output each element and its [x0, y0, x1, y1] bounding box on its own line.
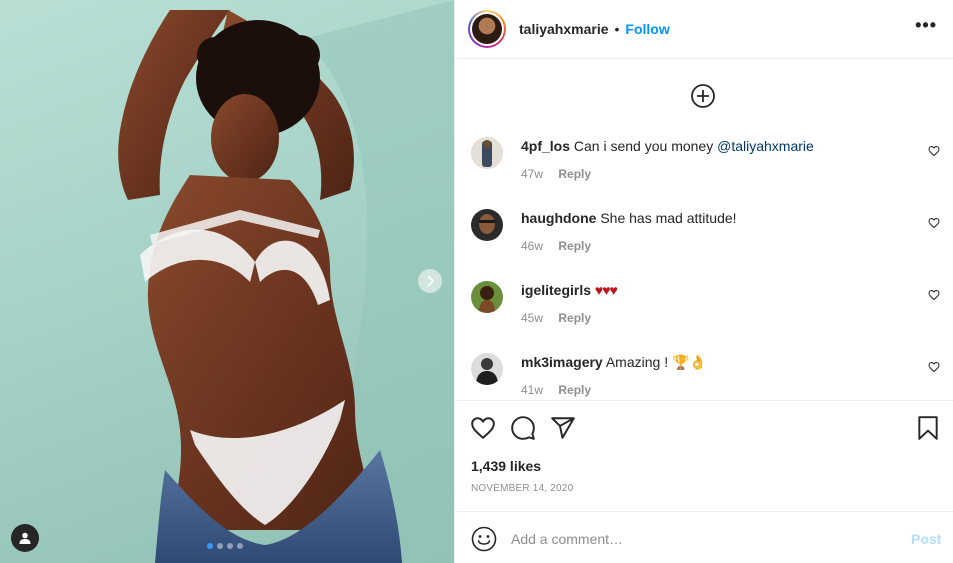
carousel-next-button[interactable] [418, 269, 442, 293]
commenter-avatar[interactable] [471, 281, 503, 313]
comment-composer: Post [455, 511, 953, 563]
avatar-image [471, 137, 503, 169]
commenter-username[interactable]: igelitegirls [521, 282, 591, 298]
post-side-panel: taliyahxmarie • Follow ••• 4pf_los Can i… [454, 0, 953, 563]
reply-button[interactable]: Reply [558, 239, 591, 253]
post-comment-button[interactable]: Post [911, 531, 941, 547]
comment-time[interactable]: 46w [521, 239, 543, 253]
tagged-users-button[interactable] [11, 524, 39, 552]
commenter-username[interactable]: mk3imagery [521, 354, 603, 370]
likes-count[interactable]: 1,439 likes [471, 458, 541, 474]
comment-time[interactable]: 47w [521, 167, 543, 181]
share-paper-plane-icon[interactable] [550, 415, 576, 441]
commenter-avatar[interactable] [471, 209, 503, 241]
load-more-comments-icon[interactable] [690, 83, 716, 109]
post-header: taliyahxmarie • Follow ••• [455, 0, 953, 59]
reply-button[interactable]: Reply [558, 383, 591, 397]
carousel-dot [217, 543, 223, 549]
like-comment-icon[interactable] [928, 145, 940, 157]
comments-list[interactable]: 4pf_los Can i send you money @taliyahxma… [455, 60, 953, 401]
reply-button[interactable]: Reply [558, 167, 591, 181]
commenter-username[interactable]: haughdone [521, 210, 596, 226]
comment-time[interactable]: 41w [521, 383, 543, 397]
author-avatar-image [472, 14, 502, 44]
user-icon [19, 532, 31, 544]
post-date[interactable]: NOVEMBER 14, 2020 [471, 483, 573, 494]
carousel-dot [207, 543, 213, 549]
post-media[interactable] [0, 0, 454, 563]
carousel-dot [237, 543, 243, 549]
carousel-indicator [207, 543, 243, 549]
add-comment-input[interactable] [511, 528, 891, 550]
like-heart-icon[interactable] [470, 415, 496, 441]
author-avatar[interactable] [468, 10, 506, 48]
comment-text: She has mad attitude! [600, 210, 737, 226]
post-action-bar [455, 402, 953, 452]
avatar-image [471, 353, 503, 385]
comment-text: Can i send you money [573, 138, 714, 154]
save-bookmark-icon[interactable] [915, 415, 941, 441]
emoji-picker-icon[interactable] [471, 526, 497, 552]
like-comment-icon[interactable] [928, 289, 940, 301]
header-separator: • [614, 21, 620, 37]
carousel-dot [227, 543, 233, 549]
post-photo [118, 0, 454, 563]
commenter-avatar[interactable] [471, 137, 503, 169]
comment-bubble-icon[interactable] [510, 415, 536, 441]
comment-time[interactable]: 45w [521, 311, 543, 325]
reply-button[interactable]: Reply [558, 311, 591, 325]
comment-mention-link[interactable]: @taliyahxmarie [717, 138, 814, 154]
avatar-image [471, 209, 503, 241]
more-options-icon[interactable]: ••• [915, 16, 937, 38]
commenter-username[interactable]: 4pf_los [521, 138, 570, 154]
comment-text: Amazing ! 🏆👌 [605, 354, 707, 370]
comment-text: ♥♥♥ [594, 282, 618, 298]
follow-button[interactable]: Follow [625, 21, 669, 37]
chevron-right-icon [427, 275, 435, 287]
like-comment-icon[interactable] [928, 361, 940, 373]
commenter-avatar[interactable] [471, 353, 503, 385]
avatar-image [471, 281, 503, 313]
author-username[interactable]: taliyahxmarie [519, 21, 609, 37]
like-comment-icon[interactable] [928, 217, 940, 229]
